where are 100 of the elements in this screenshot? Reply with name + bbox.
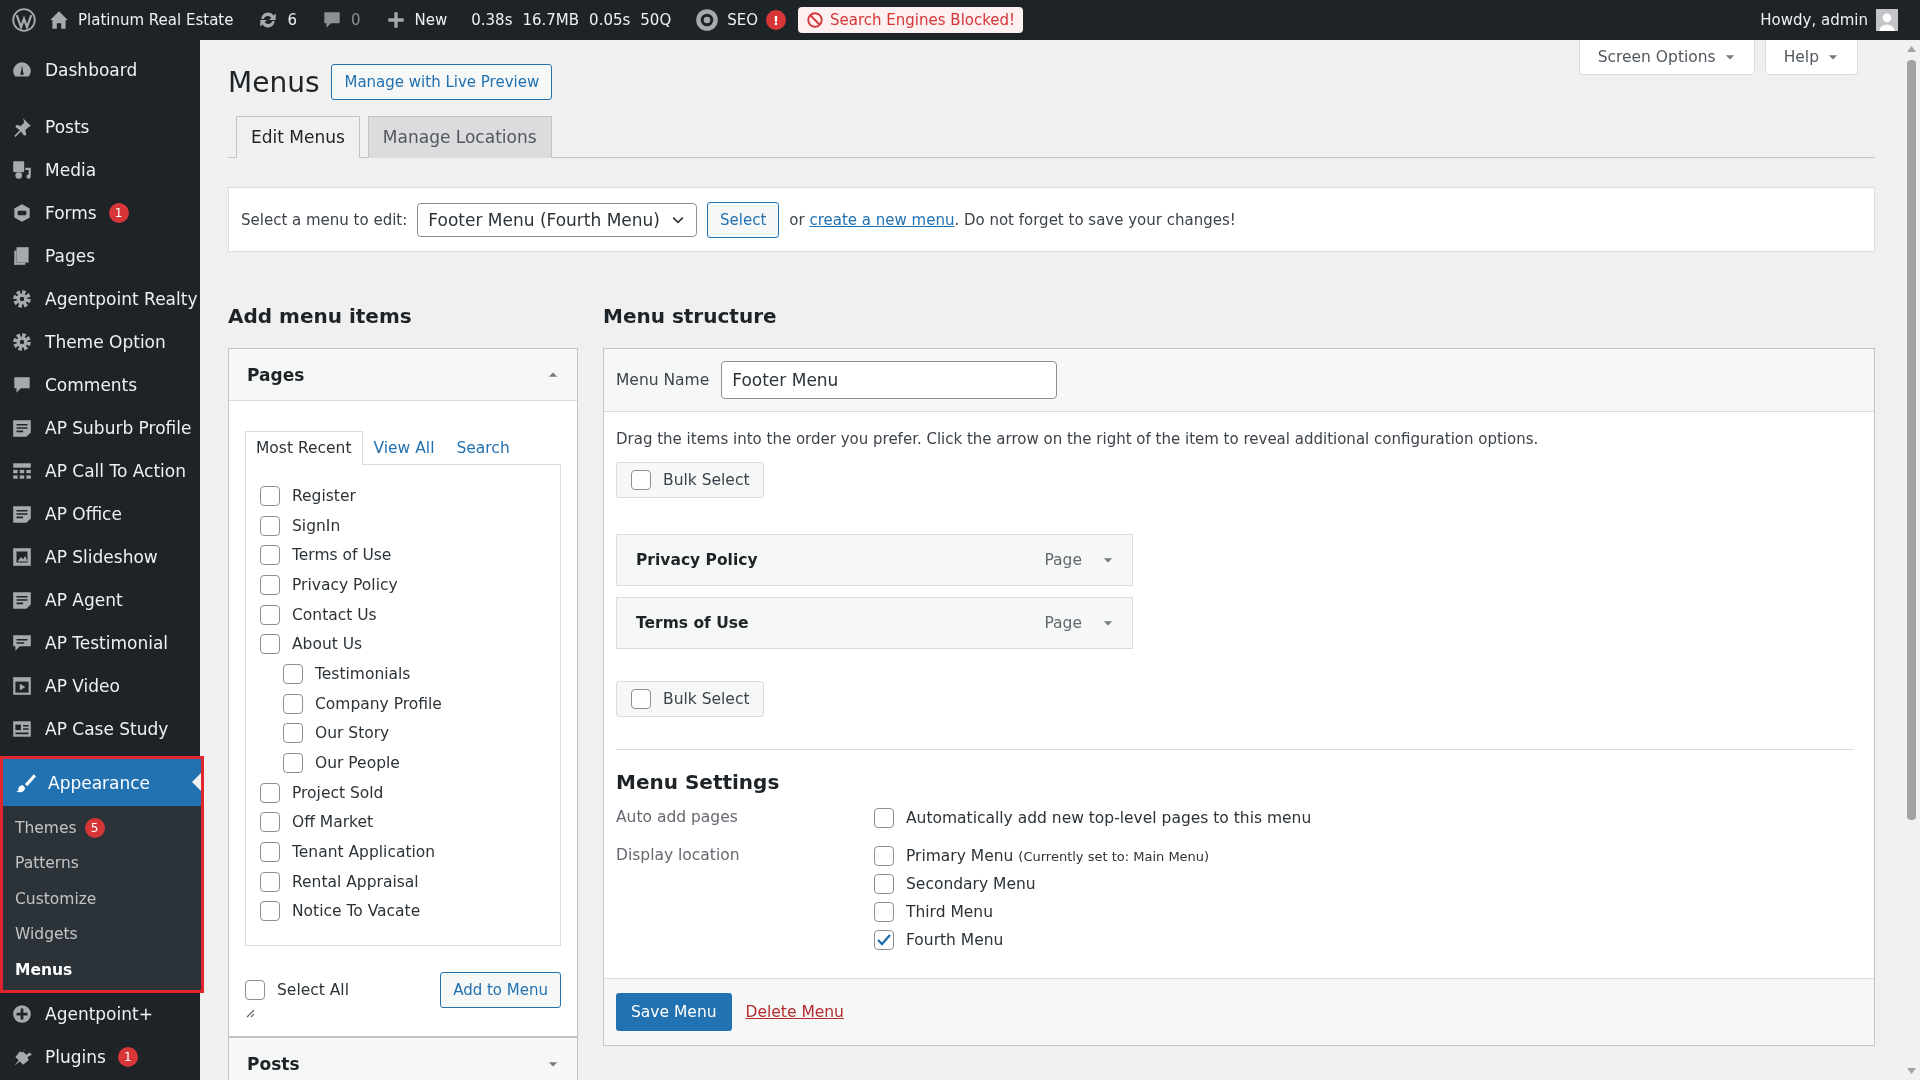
live-preview-button[interactable]: Manage with Live Preview: [331, 64, 553, 100]
updates-link[interactable]: 6: [245, 0, 309, 40]
page-label: Terms of Use: [292, 546, 392, 565]
screen-options-button[interactable]: Screen Options: [1578, 40, 1755, 75]
page-label: Testimonials: [315, 664, 411, 683]
sidebar-item[interactable]: Posts: [0, 105, 200, 148]
sidebar-item[interactable]: Media: [0, 148, 200, 191]
nav-tab[interactable]: Edit Menus: [236, 116, 360, 158]
panel-header[interactable]: Posts: [229, 1038, 577, 1080]
checkbox[interactable]: [260, 604, 280, 625]
sidebar-item[interactable]: Forms 1: [0, 191, 200, 234]
panel-tab[interactable]: Most Recent: [245, 431, 363, 465]
checkbox[interactable]: [260, 812, 280, 833]
search-engines-blocked-notice[interactable]: Search Engines Blocked!: [798, 7, 1024, 33]
page-label: SignIn: [292, 516, 341, 535]
checkbox[interactable]: [874, 808, 894, 828]
add-to-menu-button[interactable]: Add to Menu: [440, 972, 561, 1008]
count-badge: 1: [108, 202, 129, 223]
sidebar-item[interactable]: AP Office: [0, 492, 200, 535]
checkbox[interactable]: [260, 782, 280, 803]
comments-link[interactable]: 0: [309, 0, 373, 40]
menu-dropdown[interactable]: Footer Menu (Fourth Menu): [417, 202, 697, 237]
page-label: Rental Appraisal: [292, 872, 419, 891]
page-label: Project Sold: [292, 783, 384, 802]
sidebar-item[interactable]: AP Call To Action: [0, 449, 200, 492]
image-stack-icon: [11, 545, 33, 568]
page-label: Our People: [315, 754, 400, 773]
sidebar-item[interactable]: AP Case Study: [0, 707, 200, 750]
panel-tab[interactable]: Search: [445, 431, 521, 464]
sidebar-item[interactable]: Dashboard: [0, 48, 200, 92]
option-label: Automatically add new top-level pages to this menu: [906, 809, 1312, 827]
site-name-link[interactable]: Platinum Real Estate: [36, 0, 246, 40]
checkbox[interactable]: [260, 515, 280, 536]
seo-link[interactable]: SEO !: [683, 0, 799, 40]
page-title: Menus: [228, 65, 320, 99]
submenu-item[interactable]: Themes 5: [3, 810, 201, 846]
account-greeting[interactable]: Howdy, admin: [1760, 11, 1868, 29]
sidebar-item[interactable]: Agentpoint Realty: [0, 277, 200, 320]
sidebar-item[interactable]: Comments: [0, 363, 200, 406]
checkbox[interactable]: [260, 485, 280, 506]
select-note: or create a new menu. Do not forget to save your changes!: [789, 210, 1236, 229]
checkbox[interactable]: [260, 842, 280, 863]
checkbox[interactable]: [283, 753, 303, 774]
help-button[interactable]: Help: [1764, 40, 1858, 75]
sidebar-item[interactable]: Pages: [0, 234, 200, 277]
sidebar-item[interactable]: Agentpoint+: [0, 992, 200, 1036]
panel-tab[interactable]: View All: [362, 431, 446, 464]
blocked-icon: [806, 11, 825, 29]
sidebar-item[interactable]: AP Video: [0, 664, 200, 707]
sidebar-item[interactable]: AP Testimonial: [0, 621, 200, 664]
home-icon: [48, 9, 70, 31]
checkbox[interactable]: [874, 930, 894, 950]
setting-label: Auto add pages: [616, 807, 739, 828]
checkbox[interactable]: [260, 634, 280, 655]
create-menu-link[interactable]: create a new menu: [809, 210, 955, 229]
gear-icon: [11, 330, 33, 353]
new-link[interactable]: New: [372, 0, 460, 40]
sidebar-item[interactable]: Theme Option: [0, 320, 200, 363]
checkbox[interactable]: [874, 902, 894, 922]
panel-header[interactable]: Pages: [229, 349, 577, 401]
save-menu-button[interactable]: Save Menu: [616, 993, 732, 1031]
submenu-item[interactable]: Patterns: [3, 845, 201, 881]
checkbox[interactable]: [631, 689, 651, 709]
submenu-item[interactable]: Customize: [3, 881, 201, 917]
nav-tab[interactable]: Manage Locations: [367, 116, 552, 158]
section-heading: Menu structure: [603, 304, 778, 328]
sidebar-item[interactable]: Plugins 1: [0, 1035, 200, 1079]
option-label: Secondary Menu: [906, 875, 1036, 893]
query-stat: 0.05s: [589, 11, 631, 29]
checkbox[interactable]: [245, 980, 265, 1000]
checkbox[interactable]: [874, 874, 894, 894]
count-badge: 5: [84, 817, 105, 838]
checkbox[interactable]: [260, 545, 280, 566]
submenu-item[interactable]: Menus: [3, 952, 201, 988]
page-label: Privacy Policy: [292, 575, 398, 594]
menu-item-bar[interactable]: Terms of Use Page: [616, 597, 1133, 649]
checkbox[interactable]: [283, 693, 303, 714]
checkbox[interactable]: [260, 574, 280, 595]
menu-item-bar[interactable]: Privacy Policy Page: [616, 534, 1133, 586]
checkbox[interactable]: [260, 871, 280, 892]
submenu-item[interactable]: Widgets: [3, 916, 201, 952]
select-label: Select a menu to edit:: [241, 210, 408, 229]
instructions-text: Drag the items into the order you prefer. Click the arrow on the right of the item to reveal additional configuration options.: [616, 430, 1540, 448]
page-label: Register: [292, 486, 356, 505]
sidebar-item[interactable]: AP Agent: [0, 578, 200, 621]
bulk-select-control[interactable]: Bulk Select: [616, 462, 765, 498]
sidebar-item[interactable]: AP Slideshow: [0, 535, 200, 578]
checkbox[interactable]: [283, 663, 303, 684]
checkbox[interactable]: [283, 723, 303, 744]
menu-name-field[interactable]: Footer Menu: [721, 361, 1058, 399]
avatar-icon: [1876, 9, 1898, 31]
sidebar-item[interactable]: Appearance: [3, 759, 201, 806]
query-stat: 0.38s: [471, 11, 513, 29]
checkbox[interactable]: [260, 901, 280, 922]
checkbox[interactable]: [631, 470, 651, 490]
checkbox[interactable]: [874, 846, 894, 866]
delete-menu-link[interactable]: Delete Menu: [745, 1003, 844, 1021]
sidebar-item[interactable]: AP Suburb Profile: [0, 406, 200, 449]
bulk-select-control[interactable]: Bulk Select: [616, 681, 765, 717]
select-button[interactable]: Select: [707, 201, 780, 238]
